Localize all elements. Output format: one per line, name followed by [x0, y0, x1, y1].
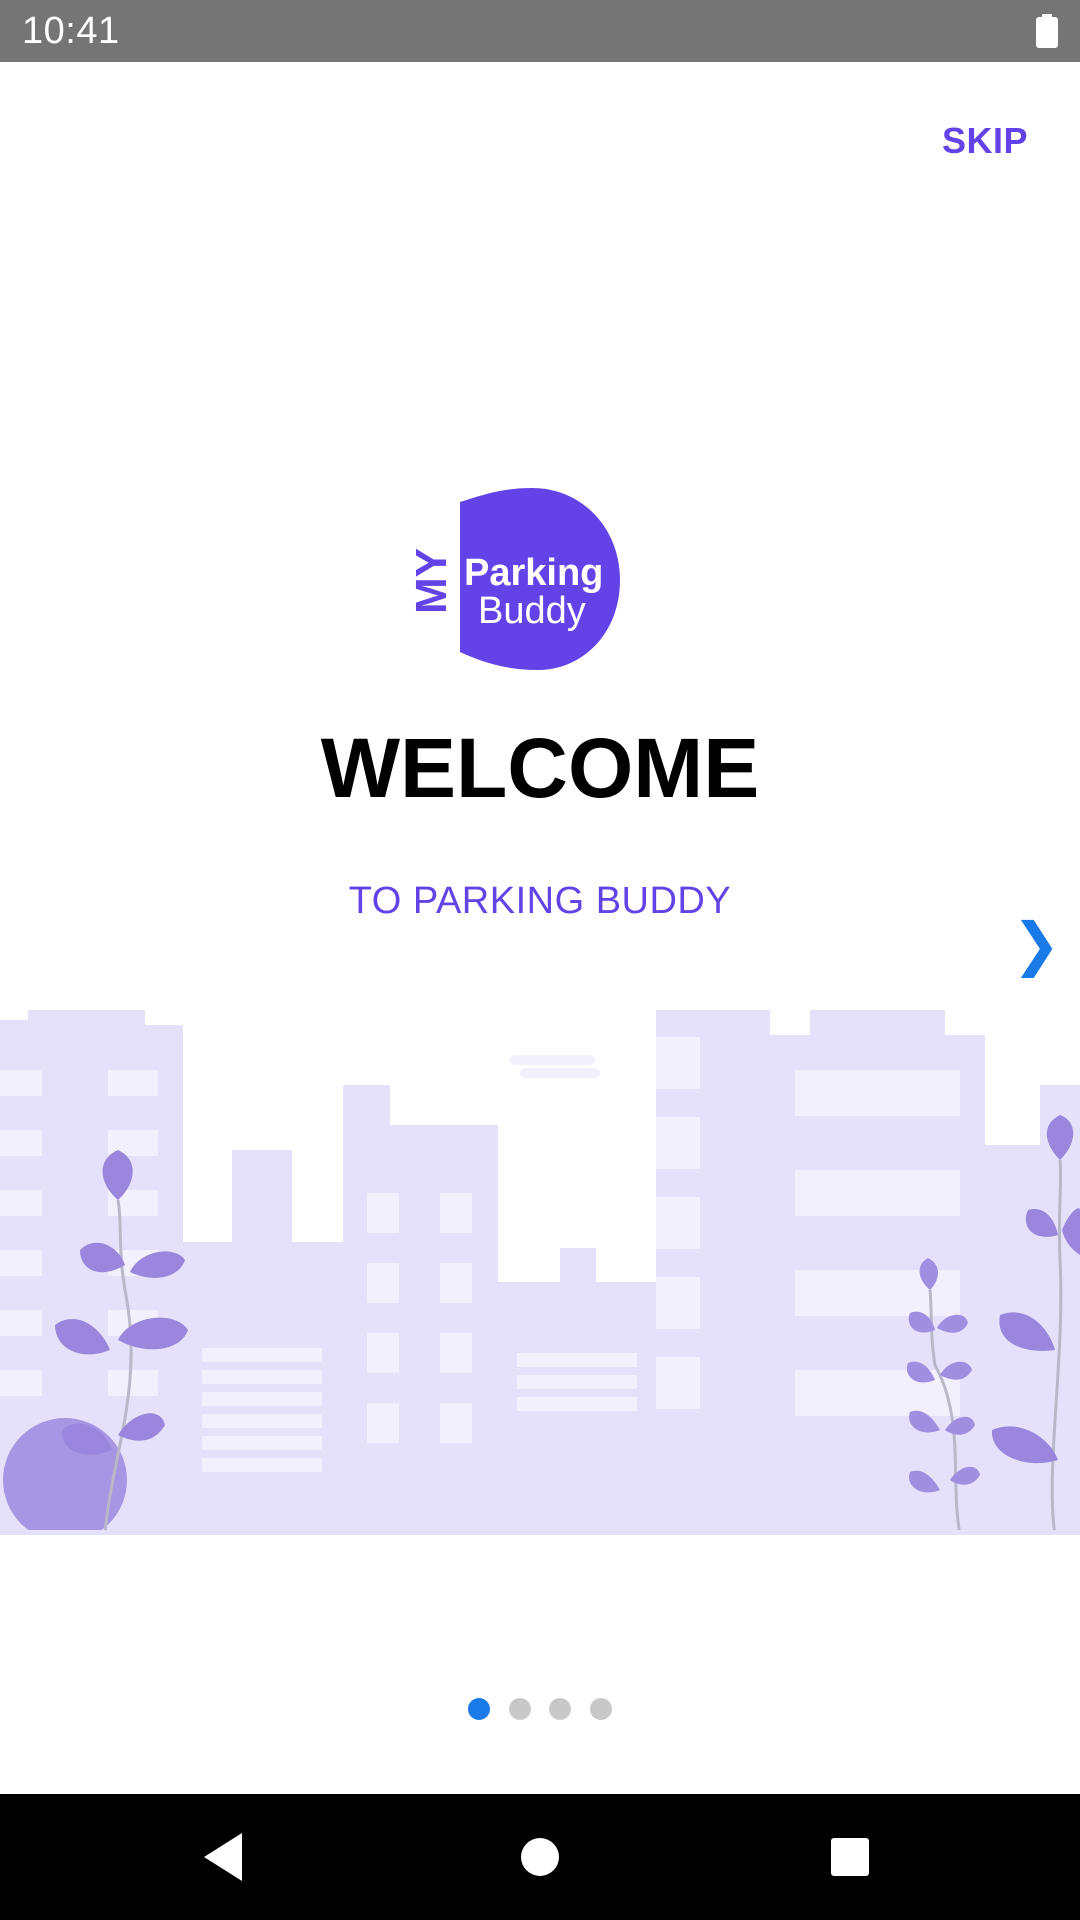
system-nav-bar — [0, 1794, 1080, 1920]
logo-text-buddy: Buddy — [478, 590, 586, 632]
welcome-subtitle: TO PARKING BUDDY — [348, 880, 732, 922]
skip-button[interactable]: SKIP — [942, 120, 1028, 162]
page-dot-4[interactable] — [589, 1698, 612, 1720]
chevron-right-icon: ❯ — [1012, 912, 1061, 977]
page-dot-1[interactable] — [468, 1698, 491, 1720]
welcome-title: WELCOME — [320, 721, 760, 815]
logo-text-parking: Parking — [464, 552, 604, 594]
recents-icon[interactable] — [820, 1827, 880, 1887]
page-indicator — [0, 1698, 1080, 1722]
home-icon[interactable] — [510, 1827, 570, 1887]
page-dot-2[interactable] — [508, 1698, 531, 1720]
status-time: 10:41 — [22, 10, 120, 52]
app-logo: MY Parking Buddy — [407, 486, 622, 672]
battery-full-icon — [1036, 14, 1058, 48]
back-icon[interactable] — [196, 1827, 256, 1887]
logo-my-text: MY — [407, 548, 456, 614]
status-bar: 10:41 — [0, 0, 1080, 62]
city-skyline-illustration — [0, 1010, 1080, 1535]
page-dot-3[interactable] — [549, 1698, 572, 1720]
next-slide-button[interactable]: ❯ — [1012, 910, 1061, 980]
